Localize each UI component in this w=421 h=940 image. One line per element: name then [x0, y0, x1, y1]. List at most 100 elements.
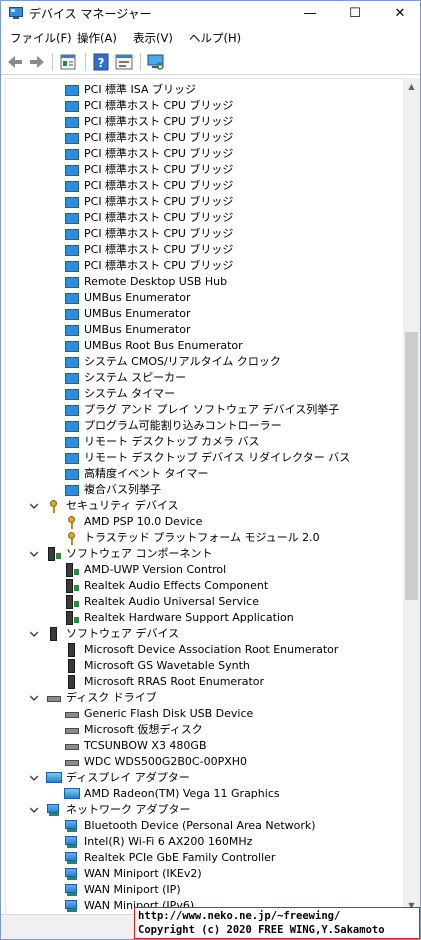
minimize-button[interactable]: —: [293, 1, 327, 27]
tree-device-item[interactable]: TCSUNBOW X3 480GB: [6, 738, 403, 754]
tree-device-item[interactable]: AMD Radeon(TM) Vega 11 Graphics: [6, 786, 403, 802]
menu-action[interactable]: 操作(A): [77, 30, 117, 46]
device-tree[interactable]: PCI 標準 ISA ブリッジ PCI 標準ホスト CPU ブリッジ PCI 標準ホ…: [5, 78, 403, 914]
tree-device-item[interactable]: UMBus Enumerator: [6, 290, 403, 306]
tree-device-item[interactable]: Microsoft RRAS Root Enumerator: [6, 674, 403, 690]
tree-category[interactable]: ネットワーク アダプター: [6, 802, 403, 818]
system-device-icon: [64, 131, 80, 145]
device-label: PCI 標準ホスト CPU ブリッジ: [84, 211, 234, 224]
tree-device-item[interactable]: PCI 標準ホスト CPU ブリッジ: [6, 194, 403, 210]
properties-icon[interactable]: [58, 52, 78, 72]
scroll-thumb[interactable]: [405, 332, 418, 600]
device-label: WAN Miniport (IP): [84, 883, 181, 896]
tree-device-item[interactable]: UMBus Root Bus Enumerator: [6, 338, 403, 354]
tree-device-item[interactable]: Realtek Audio Universal Service: [6, 594, 403, 610]
expand-chevron-icon[interactable]: [30, 774, 38, 782]
tree-device-item[interactable]: PCI 標準ホスト CPU ブリッジ: [6, 178, 403, 194]
system-device-icon: [64, 259, 80, 273]
tree-device-item[interactable]: PCI 標準 ISA ブリッジ: [6, 82, 403, 98]
tree-device-item[interactable]: Generic Flash Disk USB Device: [6, 706, 403, 722]
tree-device-item[interactable]: リモート デスクトップ デバイス リダイレクター バス: [6, 450, 403, 466]
tree-device-item[interactable]: Realtek Hardware Support Application: [6, 610, 403, 626]
menu-help[interactable]: ヘルプ(H): [189, 30, 241, 46]
system-device-icon: [64, 323, 80, 337]
device-label: WDC WDS500G2B0C-00PXH0: [84, 755, 248, 768]
device-label: UMBus Enumerator: [84, 323, 191, 336]
update-driver-icon[interactable]: [114, 52, 134, 72]
close-button[interactable]: ✕: [383, 1, 417, 27]
tree-device-item[interactable]: Microsoft Device Association Root Enumer…: [6, 642, 403, 658]
tree-category[interactable]: ディスク ドライブ: [6, 690, 403, 706]
tree-device-item[interactable]: PCI 標準ホスト CPU ブリッジ: [6, 130, 403, 146]
scroll-up-arrow-icon[interactable]: ▲: [403, 78, 420, 95]
tree-category[interactable]: ディスプレイ アダプター: [6, 770, 403, 786]
device-label: プログラム可能割り込みコントローラー: [84, 419, 282, 432]
software-component-icon: [64, 563, 80, 577]
tree-category[interactable]: セキュリティ デバイス: [6, 498, 403, 514]
svg-text:?: ?: [98, 56, 105, 70]
tree-device-item[interactable]: UMBus Enumerator: [6, 306, 403, 322]
category-label: ディスプレイ アダプター: [66, 771, 190, 784]
expand-chevron-icon[interactable]: [30, 630, 38, 638]
back-arrow-icon[interactable]: [5, 52, 25, 72]
credit-copyright: Copyright (c) 2020 FREE WING,Y.Sakamoto: [138, 924, 385, 936]
tree-device-item[interactable]: Realtek Audio Effects Component: [6, 578, 403, 594]
device-manager-window: デバイス マネージャー — ☐ ✕ ファイル(F) 操作(A) 表示(V) ヘル…: [0, 0, 421, 940]
tree-device-item[interactable]: Microsoft 仮想ディスク: [6, 722, 403, 738]
tree-device-item[interactable]: プログラム可能割り込みコントローラー: [6, 418, 403, 434]
vertical-scrollbar[interactable]: ▲ ▼: [403, 78, 420, 914]
tree-device-item[interactable]: Intel(R) Wi-Fi 6 AX200 160MHz: [6, 834, 403, 850]
display-adapter-icon: [46, 771, 62, 785]
tree-device-item[interactable]: 高精度イベント タイマー: [6, 466, 403, 482]
tree-device-item[interactable]: リモート デスクトップ カメラ バス: [6, 434, 403, 450]
tree-device-item[interactable]: Remote Desktop USB Hub: [6, 274, 403, 290]
expand-chevron-icon[interactable]: [30, 502, 38, 510]
tree-device-item[interactable]: WDC WDS500G2B0C-00PXH0: [6, 754, 403, 770]
tree-device-item[interactable]: システム スピーカー: [6, 370, 403, 386]
tree-device-item[interactable]: WAN Miniport (IKEv2): [6, 866, 403, 882]
menu-view[interactable]: 表示(V): [133, 30, 173, 46]
device-label: Bluetooth Device (Personal Area Network): [84, 819, 316, 832]
tree-device-item[interactable]: システム CMOS/リアルタイム クロック: [6, 354, 403, 370]
tree-device-item[interactable]: WAN Miniport (IP): [6, 882, 403, 898]
system-device-icon: [64, 483, 80, 497]
expand-chevron-icon[interactable]: [30, 806, 38, 814]
device-label: プラグ アンド プレイ ソフトウェア デバイス列挙子: [84, 403, 340, 416]
tree-device-item[interactable]: PCI 標準ホスト CPU ブリッジ: [6, 146, 403, 162]
tree-device-item[interactable]: PCI 標準ホスト CPU ブリッジ: [6, 98, 403, 114]
expand-chevron-icon[interactable]: [30, 550, 38, 558]
toolbar: ?: [1, 49, 420, 75]
tree-device-item[interactable]: PCI 標準ホスト CPU ブリッジ: [6, 226, 403, 242]
help-icon[interactable]: ?: [91, 52, 111, 72]
tree-device-item[interactable]: AMD-UWP Version Control: [6, 562, 403, 578]
expand-chevron-icon[interactable]: [30, 694, 38, 702]
tree-device-item[interactable]: システム タイマー: [6, 386, 403, 402]
tree-device-item[interactable]: AMD PSP 10.0 Device: [6, 514, 403, 530]
display-adapter-icon: [64, 787, 80, 801]
tree-device-item[interactable]: PCI 標準ホスト CPU ブリッジ: [6, 162, 403, 178]
tree-device-item[interactable]: プラグ アンド プレイ ソフトウェア デバイス列挙子: [6, 402, 403, 418]
tree-device-item[interactable]: PCI 標準ホスト CPU ブリッジ: [6, 114, 403, 130]
scan-hardware-icon[interactable]: [146, 52, 166, 72]
forward-arrow-icon[interactable]: [27, 52, 47, 72]
tree-device-item[interactable]: Microsoft GS Wavetable Synth: [6, 658, 403, 674]
software-device-icon: [46, 627, 62, 641]
menu-file[interactable]: ファイル(F): [10, 30, 72, 46]
tree-device-item[interactable]: PCI 標準ホスト CPU ブリッジ: [6, 210, 403, 226]
maximize-button[interactable]: ☐: [338, 1, 372, 27]
tree-device-item[interactable]: Realtek PCIe GbE Family Controller: [6, 850, 403, 866]
device-label: PCI 標準ホスト CPU ブリッジ: [84, 99, 234, 112]
tree-category[interactable]: ソフトウェア コンポーネント: [6, 546, 403, 562]
tree-device-item[interactable]: UMBus Enumerator: [6, 322, 403, 338]
tree-device-item[interactable]: PCI 標準ホスト CPU ブリッジ: [6, 258, 403, 274]
device-label: TCSUNBOW X3 480GB: [84, 739, 207, 752]
tree-device-item[interactable]: トラステッド プラットフォーム モジュール 2.0: [6, 530, 403, 546]
tree-device-item[interactable]: PCI 標準ホスト CPU ブリッジ: [6, 242, 403, 258]
category-label: ソフトウェア デバイス: [66, 627, 180, 640]
security-key-icon: [64, 531, 80, 545]
tree-device-item[interactable]: 複合バス列挙子: [6, 482, 403, 498]
tree-category[interactable]: ソフトウェア デバイス: [6, 626, 403, 642]
tree-device-item[interactable]: Bluetooth Device (Personal Area Network): [6, 818, 403, 834]
system-device-icon: [64, 211, 80, 225]
title-bar[interactable]: デバイス マネージャー — ☐ ✕: [1, 1, 420, 27]
